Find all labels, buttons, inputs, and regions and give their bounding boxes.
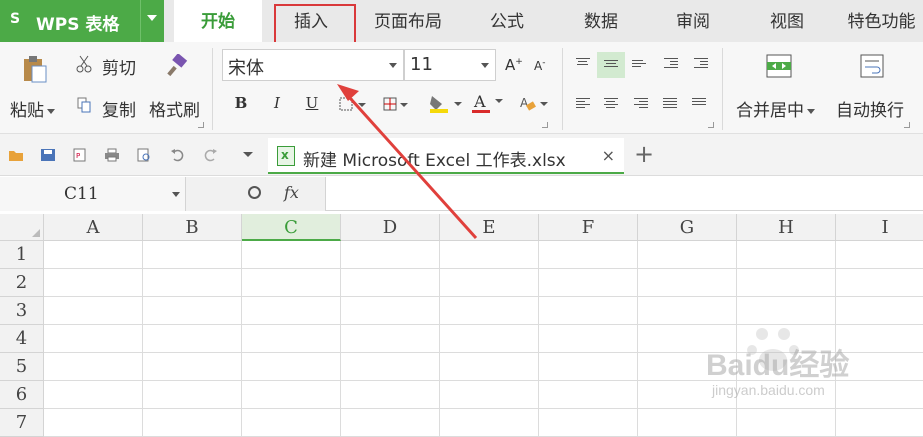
baidu-jingyan-watermark: Baidu经验 jingyan.baidu.com xyxy=(706,320,916,415)
watermark-url: jingyan.baidu.com xyxy=(712,382,825,398)
watermark-brand: Baidu经验 xyxy=(706,349,850,382)
